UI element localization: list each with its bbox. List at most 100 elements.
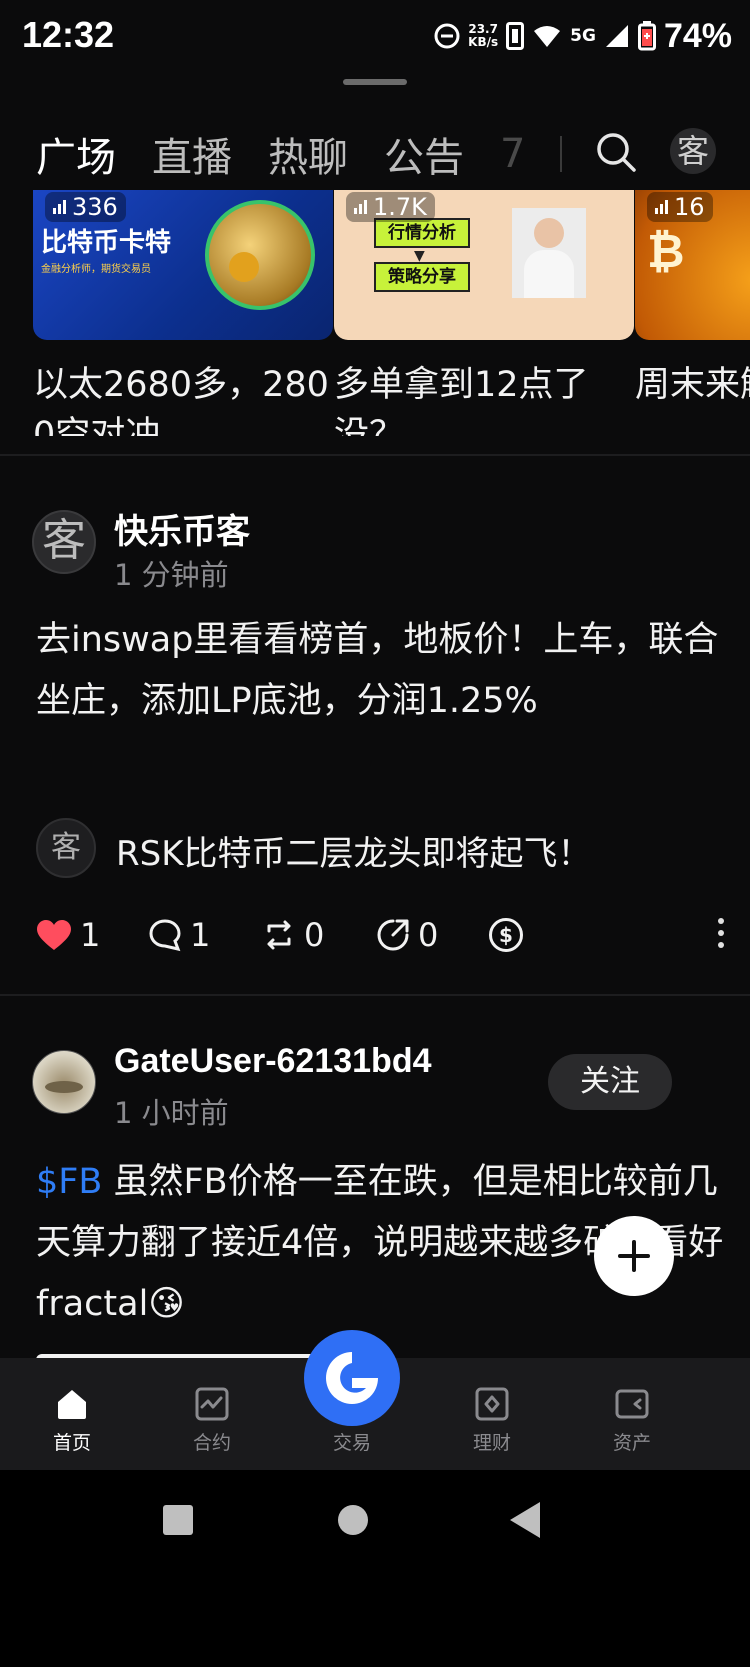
live-title: 多单拿到12点了没？	[334, 365, 589, 436]
section-divider	[0, 454, 750, 456]
viewer-count-value: 16	[674, 193, 705, 221]
repost-button[interactable]: 0	[262, 912, 324, 958]
bitcoin-icon: ₿	[647, 224, 685, 278]
post-actions: 1 1 0 0 $	[36, 912, 726, 958]
tab-more-cutoff[interactable]: 7	[500, 131, 525, 177]
status-time: 12:32	[22, 14, 115, 55]
comment-count: 1	[190, 916, 211, 954]
battery-icon	[637, 21, 656, 51]
gate-logo-icon	[326, 1352, 378, 1404]
live-card[interactable]: 行情分析 ▼ 策略分享 1.7K 多单拿到12点了没？	[334, 190, 634, 436]
comment-icon	[149, 919, 181, 952]
signal-icon	[605, 25, 628, 47]
live-card[interactable]: 比特币卡特 金融分析师，期货交易员 336 以太2680多，2800空对冲	[33, 190, 333, 436]
live-bars-icon	[655, 200, 668, 214]
viewer-count: 16	[647, 192, 713, 222]
wifi-icon	[534, 26, 561, 47]
recent-apps-icon[interactable]	[163, 1505, 193, 1535]
comment-button[interactable]: 1	[148, 912, 210, 958]
finance-icon	[475, 1387, 509, 1421]
nav-label: 资产	[612, 1432, 651, 1454]
live-bars-icon	[53, 200, 66, 214]
post-body[interactable]: 去inswap里看看榜首，地板价！上车，联合坐庄，添加LP底池，分润1.25%	[36, 610, 726, 732]
status-icons: 23.7 KB/s 5G 74%	[434, 16, 732, 56]
like-count: 1	[80, 916, 101, 954]
post-username[interactable]: 快乐币客	[114, 504, 250, 553]
live-strip: 比特币卡特 金融分析师，期货交易员 336 以太2680多，2800空对冲 行情…	[0, 190, 750, 445]
status-bar: 12:32 23.7 KB/s 5G 74%	[0, 0, 750, 74]
search-icon[interactable]	[594, 130, 638, 174]
more-options-icon[interactable]	[716, 918, 726, 952]
nav-contract[interactable]: 合约	[162, 1386, 262, 1455]
dollar-coin-icon: $	[489, 918, 523, 952]
post-time: 1 分钟前	[114, 558, 229, 592]
tab-hot-chat[interactable]: 热聊	[268, 125, 348, 183]
viewer-count: 1.7K	[346, 192, 435, 222]
live-thumbnail: 比特币卡特 金融分析师，期货交易员 336	[33, 190, 333, 340]
share-count: 0	[418, 916, 439, 954]
data-saver-icon	[506, 22, 525, 50]
network-speed-unit: KB/s	[468, 35, 499, 49]
repost-count: 0	[304, 916, 325, 954]
tab-announcement[interactable]: 公告	[384, 125, 464, 183]
svg-text:$: $	[499, 923, 513, 947]
nav-home[interactable]: 首页	[22, 1386, 122, 1455]
live-bars-icon	[354, 200, 367, 214]
contract-chart-icon	[195, 1387, 229, 1421]
do-not-disturb-icon	[434, 23, 460, 49]
home-icon	[58, 1390, 86, 1419]
back-triangle-icon[interactable]	[510, 1502, 540, 1538]
nav-label: 交易	[332, 1432, 371, 1454]
live-card[interactable]: ₿ 16 周末来解	[635, 190, 750, 436]
user-avatar[interactable]: 客	[670, 128, 716, 174]
viewer-count-value: 1.7K	[373, 193, 427, 221]
coin-illustration	[205, 200, 315, 310]
referenced-avatar: 客	[36, 818, 96, 878]
live-title: 周末来解	[635, 365, 750, 405]
share-button[interactable]: 0	[376, 912, 438, 958]
nav-finance[interactable]: 理财	[442, 1386, 542, 1455]
section-divider	[0, 994, 750, 996]
host-photo	[512, 208, 586, 298]
viewer-count-value: 336	[72, 193, 118, 221]
thumbnail-label-analysis: 行情分析	[374, 218, 470, 248]
tab-live[interactable]: 直播	[152, 125, 232, 183]
tip-button[interactable]: $	[488, 912, 524, 958]
thumbnail-subtitle: 金融分析师，期货交易员	[41, 264, 151, 275]
thumbnail-brand: 比特币卡特	[41, 228, 172, 258]
create-post-button[interactable]	[594, 1216, 674, 1296]
post-time: 1 小时前	[114, 1096, 229, 1130]
wallet-icon	[615, 1389, 649, 1419]
home-circle-icon[interactable]	[338, 1505, 368, 1535]
post-avatar[interactable]	[32, 1050, 96, 1114]
heart-icon	[37, 920, 71, 950]
post-avatar[interactable]: 客	[32, 510, 96, 574]
ticker-link[interactable]: $FB	[36, 1162, 102, 1202]
nav-label: 首页	[52, 1432, 91, 1454]
network-speed: 23.7 KB/s	[468, 23, 498, 49]
post-username[interactable]: GateUser-62131bd4	[114, 1042, 432, 1081]
nav-label: 理财	[472, 1432, 511, 1454]
tab-divider	[560, 136, 562, 172]
viewer-count: 336	[45, 192, 126, 222]
live-thumbnail: ₿ 16	[635, 190, 750, 340]
top-tabs: 广场 直播 热聊 公告 7	[36, 124, 543, 184]
network-type: 5G	[570, 26, 596, 46]
tab-square[interactable]: 广场	[36, 125, 116, 183]
nav-label: 合约	[192, 1432, 231, 1454]
bitcoin-coin	[229, 252, 259, 282]
share-icon	[377, 919, 409, 951]
thumbnail-label-strategy: 策略分享	[374, 262, 470, 292]
battery-percent: 74%	[663, 16, 732, 55]
nav-assets[interactable]: 资产	[582, 1386, 682, 1455]
follow-button[interactable]: 关注	[548, 1054, 672, 1110]
drag-handle[interactable]	[343, 79, 407, 85]
live-thumbnail: 行情分析 ▼ 策略分享 1.7K	[334, 190, 634, 340]
repost-icon	[267, 920, 291, 950]
trade-button[interactable]	[304, 1330, 400, 1426]
referenced-post-title[interactable]: RSK比特币二层龙头即将起飞！	[116, 826, 592, 875]
like-button[interactable]: 1	[36, 912, 100, 958]
live-title: 以太2680多，2800空对冲	[33, 365, 329, 436]
avatar-fish-shape	[45, 1081, 83, 1093]
system-nav-bar	[0, 1470, 750, 1667]
